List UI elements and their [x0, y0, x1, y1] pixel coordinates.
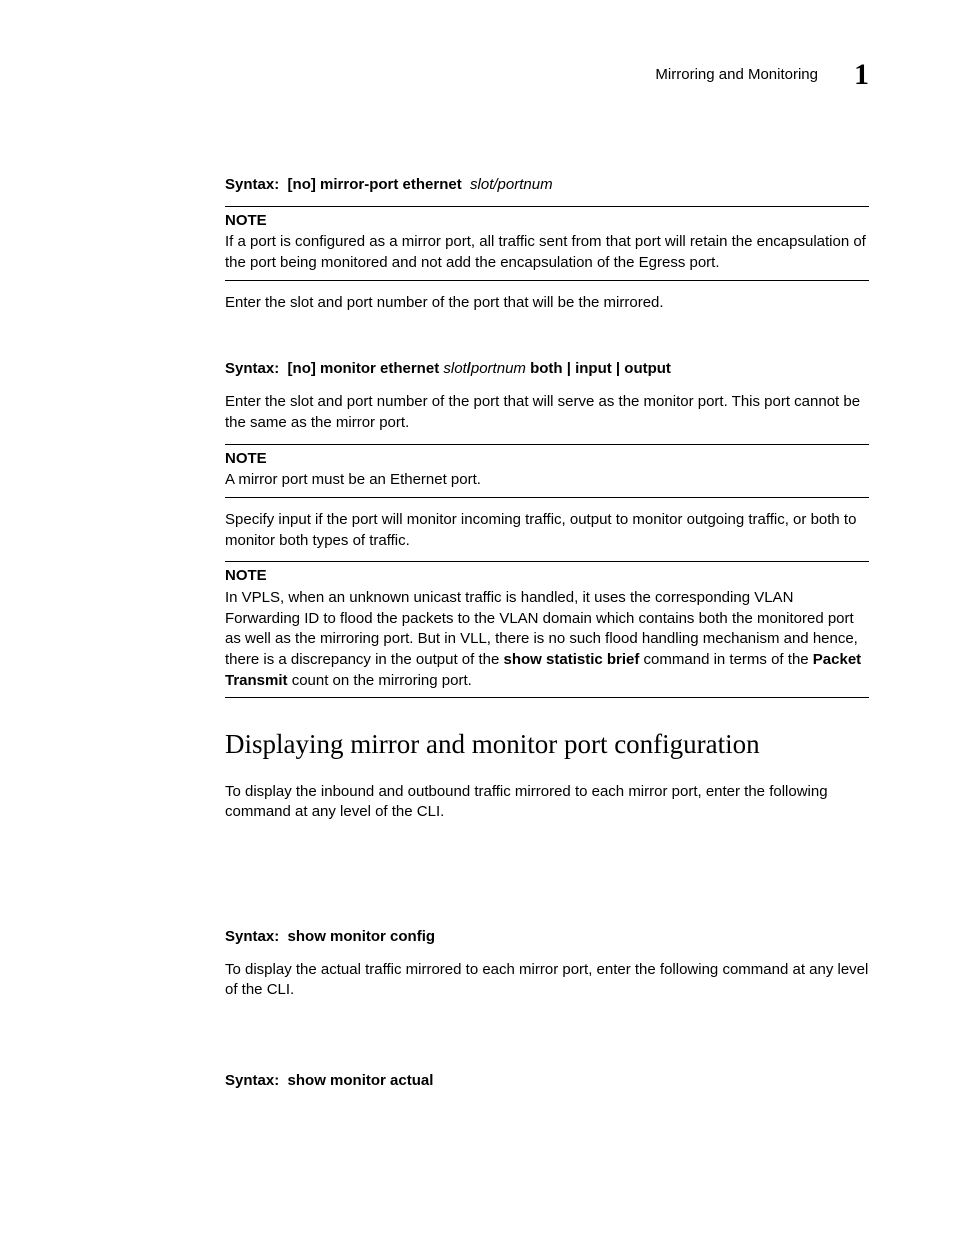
note-2: NOTE A mirror port must be an Ethernet p…: [225, 444, 869, 498]
syntax-cmd: show monitor actual: [288, 1072, 434, 1089]
spacer: [225, 823, 869, 927]
syntax-line-1: Syntax: [no] mirror-port ethernet slot/p…: [225, 175, 869, 196]
spacer: [225, 1001, 869, 1071]
note-body: If a port is configured as a mirror port…: [225, 232, 869, 273]
syntax-label: Syntax:: [225, 176, 279, 193]
syntax-var: slot/portnum: [470, 176, 553, 193]
syntax-var: slot: [443, 360, 466, 377]
note-label: NOTE: [225, 449, 869, 470]
syntax-cmd: show monitor config: [288, 928, 436, 945]
note-text: command in terms of the: [639, 651, 812, 668]
note-label: NOTE: [225, 211, 869, 232]
syntax-label: Syntax:: [225, 928, 279, 945]
syntax-line-2: Syntax: [no] monitor ethernet slot/portn…: [225, 359, 869, 380]
paragraph-5: To display the actual traffic mirrored t…: [225, 960, 869, 1001]
note-1: NOTE If a port is configured as a mirror…: [225, 206, 869, 281]
note-3: NOTE In VPLS, when an unknown unicast tr…: [225, 561, 869, 698]
running-header: Mirroring and Monitoring 1: [85, 60, 869, 90]
syntax-line-4: Syntax: show monitor actual: [225, 1071, 869, 1092]
note-body: A mirror port must be an Ethernet port.: [225, 470, 869, 491]
paragraph-1: Enter the slot and port number of the po…: [225, 293, 869, 314]
chapter-number: 1: [854, 60, 869, 90]
note-bold: show statistic brief: [504, 651, 640, 668]
syntax-cmd: [no] monitor ethernet: [288, 360, 440, 377]
note-body: In VPLS, when an unknown unicast traffic…: [225, 588, 869, 691]
syntax-var: portnum: [471, 360, 526, 377]
syntax-line-3: Syntax: show monitor config: [225, 927, 869, 948]
paragraph-2: Enter the slot and port number of the po…: [225, 392, 869, 433]
syntax-tail: both | input | output: [530, 360, 671, 377]
syntax-cmd: [no] mirror-port ethernet: [288, 176, 462, 193]
section-heading: Displaying mirror and monitor port confi…: [225, 726, 869, 763]
paragraph-4: To display the inbound and outbound traf…: [225, 782, 869, 823]
header-title: Mirroring and Monitoring: [655, 65, 818, 86]
paragraph-3: Specify input if the port will monitor i…: [225, 510, 869, 551]
note-label: NOTE: [225, 566, 869, 587]
syntax-label: Syntax:: [225, 360, 279, 377]
syntax-label: Syntax:: [225, 1072, 279, 1089]
note-text: count on the mirroring port.: [288, 672, 472, 689]
content-area: Syntax: [no] mirror-port ethernet slot/p…: [225, 175, 869, 1092]
page: Mirroring and Monitoring 1 Syntax: [no] …: [0, 0, 954, 1235]
